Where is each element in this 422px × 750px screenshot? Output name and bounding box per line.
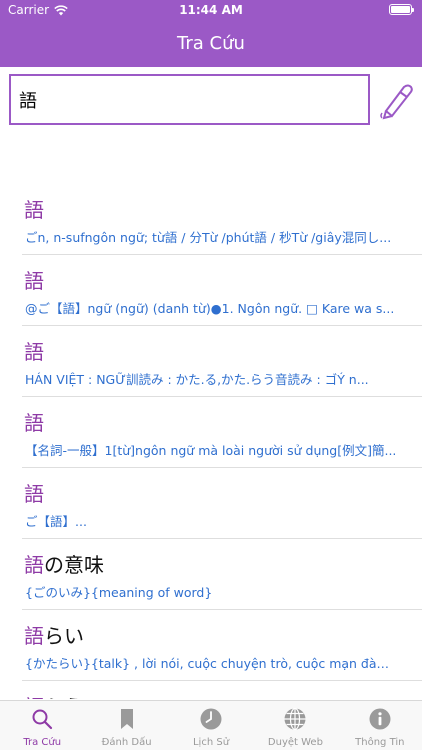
result-word: 語の意味 xyxy=(24,553,104,577)
result-word: 語 xyxy=(24,340,44,364)
list-item[interactable]: 語 【名詞-一般】1[từ]ngôn ngữ mà loài người sử … xyxy=(22,397,422,468)
info-icon xyxy=(369,708,391,730)
list-item[interactable]: 語 HÁN VIỆT : NGỮ訓読み : かた.る,かた.らう音読み : ゴÝ… xyxy=(22,326,422,397)
tab-bookmarks[interactable]: Đánh Dấu xyxy=(84,701,168,750)
result-description: ご【語】... xyxy=(25,514,87,529)
result-description: HÁN VIỆT : NGỮ訓読み : かた.る,かた.らう音読み : ゴÝ n… xyxy=(25,372,369,387)
result-description: @ご【語】ngữ (ngữ) (danh từ)●1. Ngôn ngữ. □ … xyxy=(25,301,395,316)
tab-lookup[interactable]: Tra Cứu xyxy=(0,701,84,750)
search-input[interactable] xyxy=(11,76,368,123)
result-description: ごn, n-sufngôn ngữ; từ語 / 分Từ /phút語 / 秒T… xyxy=(25,230,392,245)
pen-icon xyxy=(380,84,413,120)
tab-label: Lịch Sử xyxy=(192,737,230,748)
tab-info[interactable]: Thông Tin xyxy=(338,701,422,750)
status-right xyxy=(389,4,414,15)
search-icon xyxy=(32,709,53,730)
result-word: 語 xyxy=(24,411,44,435)
result-word: 語らい xyxy=(24,624,84,648)
result-word: 語 xyxy=(24,482,44,506)
page-title: Tra Cứu xyxy=(177,33,245,54)
handwriting-button[interactable] xyxy=(378,80,414,120)
list-item[interactable]: 語らい {かたらい}{talk} , lời nói, cuộc chuyện … xyxy=(22,610,422,681)
search-box[interactable] xyxy=(9,74,370,125)
tab-label: Đánh Dấu xyxy=(101,737,152,748)
bookmark-icon xyxy=(120,709,133,729)
status-time: 11:44 AM xyxy=(179,3,243,17)
tab-label: Tra Cứu xyxy=(23,737,62,748)
tab-label: Duyệt Web xyxy=(267,737,323,748)
battery-icon xyxy=(389,4,414,15)
list-item[interactable]: 語 @ご【語】ngữ (ngữ) (danh từ)●1. Ngôn ngữ. … xyxy=(22,255,422,326)
list-item[interactable]: 語 ごn, n-sufngôn ngữ; từ語 / 分Từ /phút語 / … xyxy=(22,184,422,255)
result-word: 語 xyxy=(24,198,44,222)
results-list[interactable]: 語 ごn, n-sufngôn ngữ; từ語 / 分Từ /phút語 / … xyxy=(0,184,422,699)
tab-label: Thông Tin xyxy=(355,737,405,748)
result-description: {ごのいみ}{meaning of word} xyxy=(25,585,213,600)
result-description: 【名詞-一般】1[từ]ngôn ngữ mà loài người sử dụ… xyxy=(25,443,397,458)
globe-icon xyxy=(284,707,306,731)
tab-bar: Tra Cứu Đánh Dấu Lịch Sử Duyệt Web Thông… xyxy=(0,700,422,750)
result-description: {かたらい}{talk} , lời nói, cuộc chuyện trò,… xyxy=(25,656,398,671)
clock-icon xyxy=(200,708,222,730)
tab-history[interactable]: Lịch Sử xyxy=(169,701,253,750)
list-item[interactable]: 語の意味 {ごのいみ}{meaning of word} xyxy=(22,539,422,610)
status-bar: Carrier 11:44 AM xyxy=(0,0,422,22)
list-item[interactable]: 語らう xyxy=(22,681,422,699)
nav-header: Carrier 11:44 AM Tra Cứu xyxy=(0,0,422,67)
result-word: 語 xyxy=(24,269,44,293)
tab-browse-web[interactable]: Duyệt Web xyxy=(253,701,337,750)
list-item[interactable]: 語 ご【語】... xyxy=(22,468,422,539)
result-word: 語らう xyxy=(24,691,84,699)
